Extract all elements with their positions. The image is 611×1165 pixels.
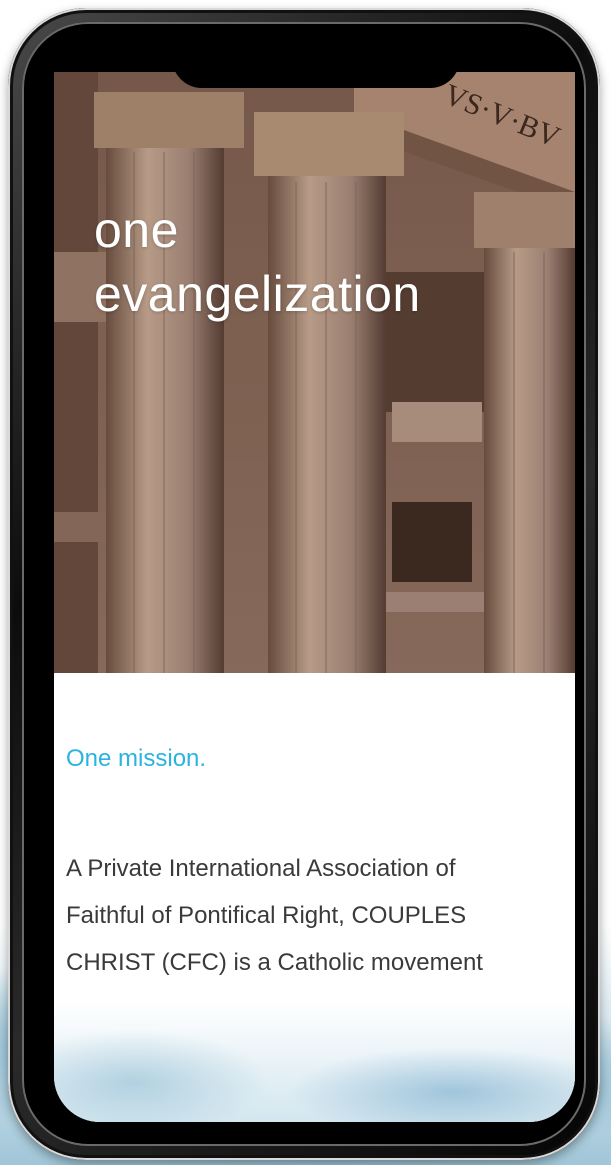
hero-title: one evangelization [94,198,421,326]
phone-notch [172,38,460,88]
phone-frame: VS·V·BV one evangelization One mission. … [8,8,600,1160]
mission-heading: One mission. [66,745,207,772]
hero-banner: VS·V·BV one evangelization [54,72,575,673]
phone-screen[interactable]: VS·V·BV one evangelization One mission. … [54,72,575,1122]
hero-title-line-1: one [94,202,179,258]
description-line-3: CHRIST (CFC) is a Catholic movement [66,949,483,976]
description-line-2: Faithful of Pontifical Right, COUPLES [66,902,467,929]
content-section: One mission. A Private International Ass… [54,673,575,1122]
description-paragraph: A Private International Association of F… [66,845,575,986]
hero-title-line-2: evangelization [94,266,421,322]
colonnade-image: VS·V·BV [54,72,575,673]
description-line-1: A Private International Association of [66,855,456,882]
watercolor-overlay [54,1002,575,1122]
